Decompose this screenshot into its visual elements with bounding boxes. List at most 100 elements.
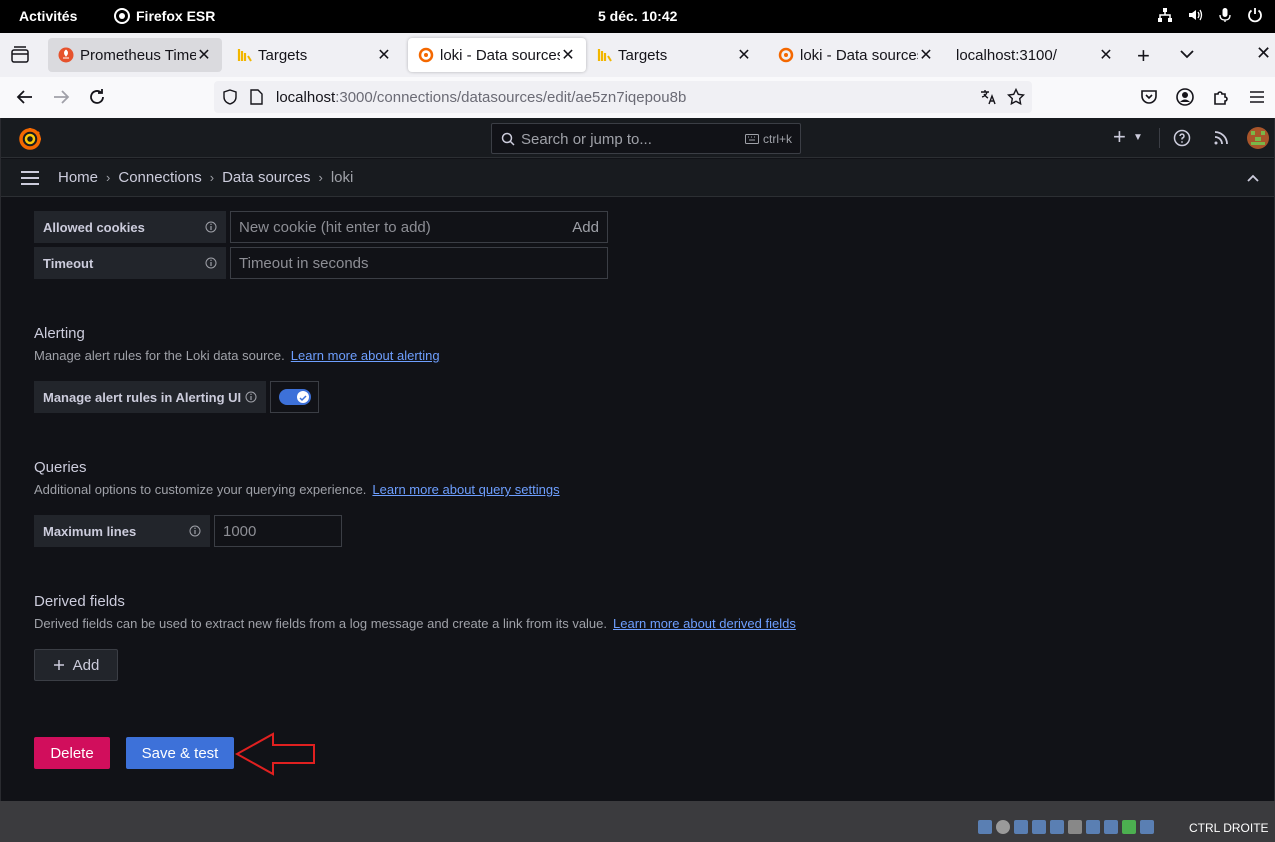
back-icon[interactable] (15, 87, 35, 107)
chevron-right-icon: › (209, 170, 215, 185)
url-bar[interactable]: localhost:3000/connections/datasources/e… (214, 81, 1032, 113)
alerting-section-title: Alerting (34, 325, 85, 342)
breadcrumb-data-sources[interactable]: Data sources (222, 169, 310, 186)
forward-icon[interactable] (51, 87, 71, 107)
close-tab-icon[interactable]: ✕ (560, 45, 576, 65)
maximum-lines-input[interactable]: 1000 (214, 515, 342, 547)
tab-strip: Prometheus Time ✕ Targets ✕ loki - Data … (0, 33, 1275, 77)
volume-icon (1189, 9, 1203, 21)
close-tab-icon[interactable]: ✕ (1098, 45, 1114, 65)
hamburger-menu-icon[interactable] (20, 170, 40, 186)
logs-icon (597, 49, 612, 62)
network-icon (1158, 8, 1172, 22)
system-tray[interactable] (1157, 7, 1263, 23)
breadcrumb-connections[interactable]: Connections (118, 169, 201, 186)
menu-icon[interactable] (1247, 87, 1267, 107)
display-icon[interactable] (1086, 820, 1100, 834)
tracking-protection-icon[interactable] (222, 89, 238, 105)
chevron-up-icon[interactable] (1246, 171, 1260, 185)
new-tab-icon[interactable]: + (1137, 43, 1150, 69)
maximum-lines-row: Maximum lines 1000 (34, 515, 342, 547)
tab-targets-1[interactable]: Targets ✕ (226, 38, 402, 72)
grafana-icon (418, 47, 434, 63)
add-derived-field-button[interactable]: Add (34, 649, 118, 681)
check-icon (298, 395, 307, 402)
tab-localhost-3100[interactable]: localhost:3100/ ✕ (946, 38, 1124, 72)
recording-icon[interactable] (1104, 820, 1118, 834)
search-icon (501, 132, 515, 146)
alerting-learn-more-link[interactable]: Learn more about alerting (291, 348, 440, 363)
tab-targets-2[interactable]: Targets ✕ (586, 38, 762, 72)
close-tab-icon[interactable]: ✕ (196, 45, 212, 65)
tab-loki-datasource[interactable]: loki - Data sources ✕ (768, 38, 944, 72)
firefox-view-icon[interactable] (10, 45, 30, 65)
breadcrumb-bar: Home › Connections › Data sources › loki (1, 159, 1274, 197)
system-top-bar: Activités Firefox ESR 5 déc. 10:42 (0, 0, 1275, 33)
clock[interactable]: 5 déc. 10:42 (598, 8, 677, 24)
tab-title: Targets (618, 46, 668, 64)
chevron-down-icon[interactable]: ▼ (1133, 132, 1143, 143)
pocket-icon[interactable] (1139, 87, 1159, 107)
info-icon[interactable] (205, 257, 217, 269)
close-tab-icon[interactable]: ✕ (918, 45, 934, 65)
info-icon[interactable] (189, 525, 201, 537)
timeout-input[interactable]: Timeout in seconds (230, 247, 608, 279)
usb-icon[interactable] (1050, 820, 1064, 834)
allowed-cookies-row: Allowed cookies New cookie (hit enter to… (34, 211, 608, 243)
browser-chrome: Prometheus Time ✕ Targets ✕ loki - Data … (0, 33, 1275, 118)
audio-icon[interactable] (1014, 820, 1028, 834)
allowed-cookies-input[interactable]: New cookie (hit enter to add) Add (230, 211, 608, 243)
list-all-tabs-icon[interactable] (1178, 45, 1196, 63)
activities-button[interactable]: Activités (19, 8, 77, 24)
help-icon[interactable] (1173, 129, 1191, 147)
bookmark-star-icon[interactable] (1007, 88, 1025, 106)
breadcrumb: Home › Connections › Data sources › loki (58, 169, 353, 186)
disk-icon[interactable] (978, 820, 992, 834)
delete-button[interactable]: Delete (34, 737, 110, 769)
shared-folder-icon[interactable] (1068, 820, 1082, 834)
save-and-test-button[interactable]: Save & test (126, 737, 234, 769)
close-window-icon[interactable]: ✕ (1256, 43, 1271, 64)
queries-section-description: Additional options to customize your que… (34, 482, 560, 497)
app-menu[interactable]: Firefox ESR (114, 8, 215, 24)
reload-icon[interactable] (87, 87, 107, 107)
derived-fields-section-title: Derived fields (34, 593, 125, 610)
rss-news-icon[interactable] (1213, 130, 1229, 146)
search-placeholder: Search or jump to... (521, 131, 652, 148)
tab-prometheus[interactable]: Prometheus Time ✕ (48, 38, 222, 72)
tab-loki-datasource-active[interactable]: loki - Data sources ✕ (408, 38, 586, 72)
vm-status-icons (978, 820, 1154, 834)
info-icon[interactable] (245, 391, 257, 403)
info-icon[interactable] (205, 221, 217, 233)
translate-icon[interactable] (979, 88, 997, 106)
vm-cpu-icon[interactable] (1122, 820, 1136, 834)
optical-drive-icon[interactable] (996, 820, 1010, 834)
queries-section-title: Queries (34, 459, 87, 476)
manage-alert-rules-toggle[interactable] (270, 381, 319, 413)
user-avatar[interactable] (1247, 127, 1269, 149)
allowed-cookies-label: Allowed cookies (34, 211, 226, 243)
new-menu-icon[interactable]: + (1113, 124, 1126, 150)
mouse-integration-icon[interactable] (1140, 820, 1154, 834)
plus-icon (53, 660, 64, 670)
grafana-logo-icon[interactable] (17, 126, 43, 152)
timeout-row: Timeout Timeout in seconds (34, 247, 608, 279)
keyboard-icon (744, 134, 759, 144)
grafana-app: Search or jump to... ctrl+k + ▼ Home › C… (0, 118, 1275, 801)
search-shortcut: ctrl+k (744, 132, 792, 146)
account-icon[interactable] (1175, 87, 1195, 107)
firefox-icon (114, 8, 130, 24)
toggle-knob (296, 391, 309, 403)
derived-fields-learn-more-link[interactable]: Learn more about derived fields (613, 616, 796, 631)
close-tab-icon[interactable]: ✕ (736, 45, 752, 65)
breadcrumb-home[interactable]: Home (58, 169, 98, 186)
page-info-icon[interactable] (249, 89, 263, 105)
network-adapter-icon[interactable] (1032, 820, 1046, 834)
search-input[interactable]: Search or jump to... ctrl+k (491, 123, 801, 154)
manage-alert-rules-label: Manage alert rules in Alerting UI (34, 381, 266, 413)
add-cookie-button[interactable]: Add (572, 219, 599, 236)
power-icon (1248, 8, 1262, 23)
extensions-icon[interactable] (1211, 87, 1231, 107)
queries-learn-more-link[interactable]: Learn more about query settings (372, 482, 559, 497)
close-tab-icon[interactable]: ✕ (376, 45, 392, 65)
